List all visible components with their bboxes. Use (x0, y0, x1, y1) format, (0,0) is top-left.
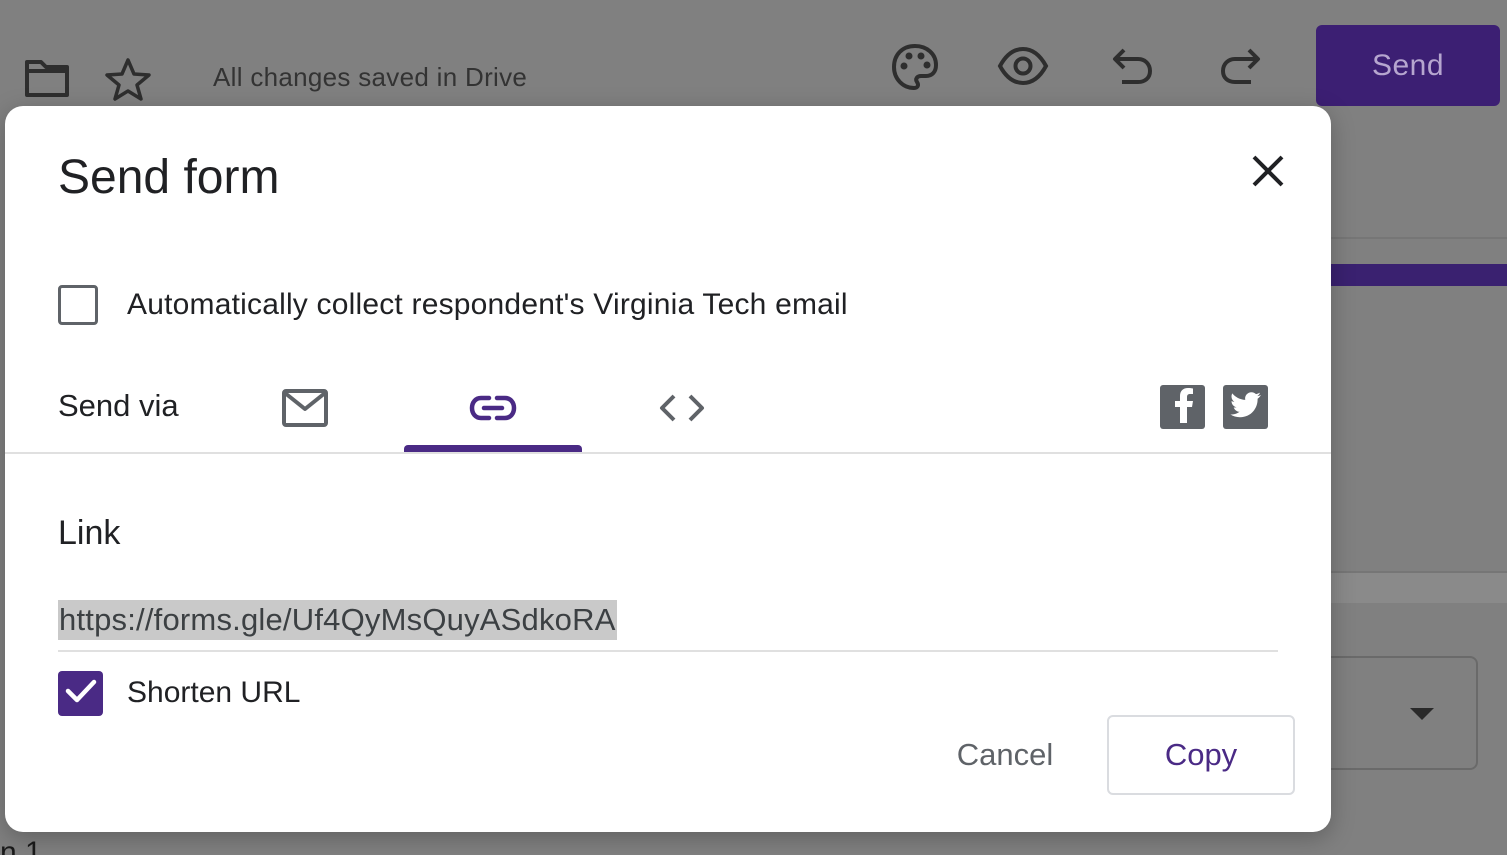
send-via-label: Send via (58, 388, 179, 423)
form-divider (1331, 237, 1507, 239)
dropdown-arrow-icon (1410, 708, 1434, 720)
tab-link[interactable] (404, 368, 582, 452)
share-facebook-button[interactable] (1160, 385, 1205, 429)
cancel-button[interactable]: Cancel (930, 718, 1080, 792)
close-button[interactable] (1243, 148, 1293, 198)
email-icon (282, 388, 328, 432)
link-heading: Link (58, 514, 121, 552)
shorten-url-label: Shorten URL (127, 676, 301, 709)
eye-icon[interactable] (997, 46, 1049, 91)
link-icon (469, 394, 517, 427)
share-twitter-button[interactable] (1223, 385, 1268, 429)
question-type-dropdown[interactable] (1320, 656, 1478, 770)
form-divider (1331, 571, 1507, 603)
shorten-url-option[interactable]: Shorten URL (58, 670, 300, 716)
twitter-icon (1229, 391, 1262, 424)
redo-icon[interactable] (1219, 46, 1261, 91)
section-label: n 1 (0, 836, 42, 855)
checkmark-icon (65, 678, 97, 709)
link-url-text[interactable]: https://forms.gle/Uf4QyMsQuyASdkoRA (58, 600, 617, 640)
dialog-title: Send form (58, 151, 280, 204)
embed-code-icon (658, 393, 706, 428)
send-button[interactable]: Send (1316, 25, 1500, 106)
form-accent-bar (1331, 264, 1507, 286)
collect-email-label: Automatically collect respondent's Virgi… (127, 288, 848, 321)
folder-icon[interactable] (24, 58, 70, 103)
tab-embed[interactable] (593, 368, 771, 452)
selected-tab-indicator (404, 445, 582, 452)
facebook-icon (1171, 387, 1195, 428)
tab-email[interactable] (216, 368, 394, 452)
copy-button[interactable]: Copy (1107, 715, 1295, 795)
shorten-url-checkbox[interactable] (58, 670, 103, 716)
star-icon[interactable] (105, 57, 151, 106)
close-icon (1251, 154, 1285, 193)
collect-email-checkbox[interactable] (58, 285, 98, 325)
send-form-dialog: Send form Automatically collect responde… (5, 106, 1331, 832)
collect-email-option[interactable]: Automatically collect respondent's Virgi… (58, 282, 848, 328)
palette-icon[interactable] (890, 42, 940, 97)
save-status: All changes saved in Drive (213, 62, 528, 92)
link-url-field[interactable]: https://forms.gle/Uf4QyMsQuyASdkoRA (58, 600, 1278, 652)
tabs-divider (5, 452, 1331, 454)
undo-icon[interactable] (1112, 46, 1154, 91)
